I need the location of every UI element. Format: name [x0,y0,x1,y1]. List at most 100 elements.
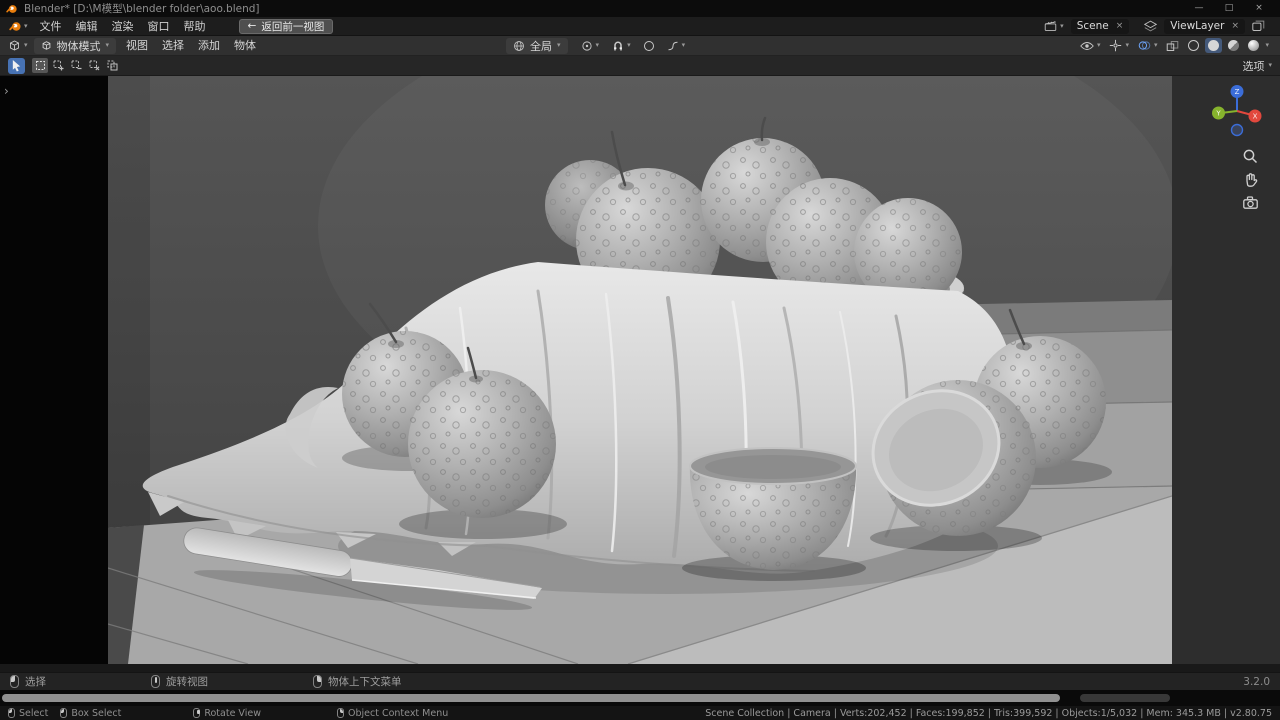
minimize-button[interactable]: — [1184,0,1214,17]
chevron-down-icon: ▾ [1096,41,1101,49]
xray-toggle[interactable] [1163,40,1182,52]
remove-view-layer-icon[interactable]: × [1231,21,1239,31]
options-label[interactable]: 选项 [1242,58,1264,74]
chevron-down-icon: ▾ [1153,41,1158,49]
mouse-middle-icon [151,675,160,688]
object-visibility-dropdown[interactable]: ▾ [1077,40,1104,52]
mouse-left-icon [10,675,19,688]
menu-file[interactable]: 文件 [33,17,69,36]
mode-label: 物体模式 [56,39,101,53]
view-layer-icon-button[interactable] [1141,20,1160,32]
select-mode-invert-button[interactable] [86,58,102,73]
select-mode-extend-button[interactable] [50,58,66,73]
svg-text:Y: Y [1215,110,1221,118]
axis-z-negative-ball [1230,123,1244,137]
window-title: Blender* [D:\M模型\blender folder\aoo.blen… [24,3,260,15]
hint-rotate-view: 旋转视图 [151,674,208,689]
unlink-scene-icon[interactable]: × [1116,21,1124,31]
tool-settings-bar: 选项 ▾ [0,56,1280,76]
menu-add[interactable]: 添加 [191,36,227,55]
chevron-down-icon: ▾ [105,41,110,49]
select-mode-intersect-button[interactable] [104,58,120,73]
proportional-editing-toggle[interactable] [641,40,657,51]
blender-logo-icon [9,21,21,31]
navigation-gizmo[interactable]: Z X Y [1208,82,1266,140]
active-tool-select-box-button[interactable] [8,57,25,74]
viewport-header: ▾ 物体模式 ▾ 视图 选择 添加 物体 全局 ▾ ▾ ▾ ▾ ▾ ▾ ▾ ▾ [0,36,1280,56]
hint-context-label: 物体上下文菜单 [328,676,402,688]
snap-toggle[interactable]: ▾ [609,40,634,52]
transform-orientation-dropdown[interactable]: 全局 ▾ [506,37,568,54]
wireframe-shading-icon [1188,40,1200,51]
shading-wireframe-button[interactable] [1185,38,1202,53]
scrollbar-segment[interactable] [1080,694,1170,702]
gizmo-icon [1110,39,1122,52]
globe-icon [514,40,524,51]
view-layer-icon [1144,20,1158,32]
shading-dropdown[interactable]: ▾ [1265,42,1269,49]
zoom-icon[interactable] [1242,148,1259,165]
menu-edit[interactable]: 编辑 [69,17,105,36]
menu-object[interactable]: 物体 [227,36,263,55]
scene-name: Scene [1076,20,1109,32]
menu-select[interactable]: 选择 [155,36,191,55]
svg-text:X: X [1253,113,1258,121]
proportional-falloff-dropdown[interactable]: ▾ [664,40,689,52]
camera-passepartout-left [0,76,108,664]
mouse-right-icon [336,708,344,718]
chevron-down-icon: ▾ [595,41,600,49]
viewport-3d[interactable]: › Z X Y [0,76,1280,672]
back-to-previous-view-button[interactable]: ← 返回前一视图 [238,18,334,34]
chevron-down-icon: ▾ [681,41,686,49]
chevron-down-icon: ▾ [1060,21,1064,30]
hint-context-menu: 物体上下文菜单 [313,674,402,689]
camera-view-icon[interactable] [1242,194,1259,211]
maximize-button[interactable]: □ [1214,0,1244,17]
chevron-down-icon: ▾ [24,41,28,49]
shading-rendered-button[interactable] [1245,38,1262,53]
bottom-status-bar: Select Box Select Rotate View Object Con… [0,706,1280,720]
shading-solid-button[interactable] [1205,38,1223,53]
close-button[interactable]: × [1244,0,1274,17]
mouse-right-icon [313,675,322,688]
apple-half-left[interactable] [682,447,866,581]
gizmos-dropdown[interactable]: ▾ [1106,39,1132,52]
bb-context-label: Object Context Menu [347,707,449,719]
bb-hint-box-select: Box Select [60,708,121,719]
blender-logo-icon [6,3,18,15]
browse-scene-button[interactable]: ▾ [1041,20,1067,32]
menu-help[interactable]: 帮助 [177,17,213,36]
orientation-label: 全局 [530,39,553,53]
select-mode-new-button[interactable] [32,58,48,73]
scene-selector[interactable]: Scene × [1070,18,1130,34]
new-view-layer-button[interactable] [1249,20,1268,32]
menu-window[interactable]: 窗口 [141,17,177,36]
blender-version: 3.2.0 [1243,675,1270,688]
menu-render[interactable]: 渲染 [105,17,141,36]
mouse-middle-icon [193,708,201,718]
back-arrow-icon: ← [247,20,257,32]
overlays-dropdown[interactable]: ▾ [1135,39,1161,52]
title-bar: Blender* [D:\M模型\blender folder\aoo.blen… [0,0,1280,17]
menu-view[interactable]: 视图 [119,36,155,55]
horizontal-scrollbar[interactable] [2,694,1060,702]
mouse-left-icon [60,708,68,718]
blender-menu-button[interactable]: ▾ [4,20,33,33]
rendered-shading-icon [1248,40,1260,51]
hint-select-label: 选择 [25,676,46,688]
pivot-point-dropdown[interactable]: ▾ [578,40,603,52]
viewport-render[interactable] [108,76,1172,664]
shading-material-button[interactable] [1225,38,1242,53]
scene-statistics: Scene Collection | Camera | Verts:202,45… [705,707,1272,719]
chevron-down-icon: ▾ [1125,41,1129,49]
bb-box-select-label: Box Select [71,707,122,719]
mode-dropdown[interactable]: 物体模式 ▾ [33,37,117,54]
pan-hand-icon[interactable] [1242,171,1259,188]
hint-rotate-label: 旋转视图 [166,676,208,688]
view-layer-selector[interactable]: ViewLayer × [1164,18,1245,34]
eye-icon [1080,41,1094,50]
select-mode-subtract-button[interactable] [68,58,84,73]
falloff-curve-icon [668,41,678,50]
toolbar-flyout-toggle[interactable]: › [4,84,9,98]
editor-type-button[interactable]: ▾ [5,39,31,52]
